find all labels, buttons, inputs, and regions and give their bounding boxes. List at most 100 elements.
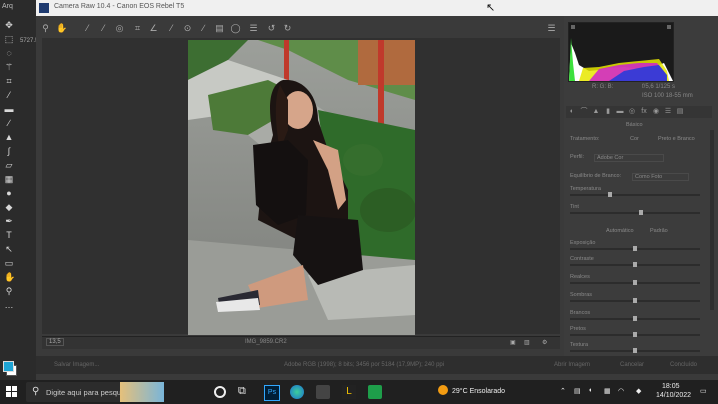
rotate-left-icon[interactable]: ↺ [266, 23, 277, 34]
red-eye-icon[interactable]: ⊙ [182, 23, 193, 34]
explorer-taskbar-icon[interactable]: L [342, 385, 356, 399]
slider-knob[interactable] [639, 210, 644, 215]
slider-track[interactable] [570, 246, 700, 251]
slider-track[interactable] [570, 332, 700, 337]
tab-calibration-icon[interactable]: ◉ [652, 108, 660, 116]
notifications-icon[interactable]: ▭ [700, 387, 707, 395]
taskbar-search-box[interactable]: ⚲ Digite aqui para pesquisar [26, 382, 164, 402]
keyboard-icon[interactable]: ▦ [604, 387, 611, 395]
stamp-icon[interactable]: ▲ [4, 132, 14, 142]
weather-text[interactable]: 29°C Ensolarado [452, 388, 505, 395]
tab-tone-curve-icon[interactable]: ⌒ [580, 108, 588, 116]
zoom-level-field[interactable]: 13,5 [46, 338, 64, 346]
shape-icon[interactable]: ▭ [4, 258, 14, 268]
move-icon[interactable]: ✥ [4, 20, 14, 30]
treatment-color-option[interactable]: Cor [630, 136, 639, 142]
slider-track[interactable] [570, 210, 700, 215]
type-icon[interactable]: T [4, 230, 14, 240]
hand-icon[interactable]: ✋ [56, 23, 67, 34]
rotate-right-icon[interactable]: ↻ [282, 23, 293, 34]
preferences-icon[interactable]: ☰ [248, 23, 259, 34]
tab-snapshots-icon[interactable]: ▤ [676, 108, 684, 116]
volume-icon[interactable]: ◆ [636, 387, 641, 395]
targeted-adjust-icon[interactable]: ◎ [114, 23, 125, 34]
view-toggle-icon[interactable]: ▣ [510, 339, 516, 346]
white-balance-select[interactable]: Como Foto [632, 173, 690, 181]
graduated-filter-icon[interactable]: ▤ [214, 23, 225, 34]
settings-icon[interactable]: ⚙ [542, 339, 547, 346]
app-taskbar-icon[interactable] [316, 385, 330, 399]
spot-removal-icon[interactable]: ⁄ [166, 23, 177, 34]
panel-scrollbar[interactable] [710, 130, 714, 310]
auto-button[interactable]: Automático [606, 228, 634, 234]
done-button[interactable]: Concluído [670, 362, 697, 368]
slider-knob[interactable] [633, 262, 637, 267]
tab-hsl-icon[interactable]: ▮ [604, 108, 612, 116]
magic-wand-icon[interactable]: ⚚ [4, 62, 14, 72]
hand-icon[interactable]: ✋ [4, 272, 15, 282]
photo-preview[interactable] [188, 40, 415, 335]
chevron-up-icon[interactable]: ⌃ [560, 387, 566, 395]
default-button[interactable]: Padrão [650, 228, 668, 234]
eraser-icon[interactable]: ▱ [4, 160, 14, 170]
slider-track[interactable] [570, 192, 700, 197]
crop-icon[interactable]: ⌗ [4, 76, 14, 86]
zoom-icon[interactable]: ⚲ [40, 23, 51, 34]
radial-filter-icon[interactable]: ◯ [230, 23, 241, 34]
cancel-button[interactable]: Cancelar [620, 362, 644, 368]
tab-effects-icon[interactable]: fx [640, 108, 648, 116]
healing-icon[interactable]: ▬ [4, 104, 14, 114]
windows-start-icon[interactable] [6, 386, 18, 398]
photoshop-taskbar-icon[interactable]: Ps [264, 385, 280, 401]
pen-icon[interactable]: ✒ [4, 216, 14, 226]
slider-knob[interactable] [633, 280, 637, 285]
clock-time[interactable]: 18:05 [662, 383, 680, 390]
app-menu-label[interactable]: Arq [2, 3, 13, 10]
gradient-icon[interactable]: ▦ [4, 174, 14, 184]
slider-track[interactable] [570, 316, 700, 321]
brush-icon[interactable]: ∕ [4, 118, 14, 128]
slider-track[interactable] [570, 298, 700, 303]
tab-presets-icon[interactable]: ☰ [664, 108, 672, 116]
slider-knob[interactable] [633, 348, 637, 353]
history-brush-icon[interactable]: ∫ [4, 146, 14, 156]
more-icon[interactable]: … [4, 300, 14, 310]
network-icon[interactable]: ▤ [574, 387, 581, 395]
slider-track[interactable] [570, 280, 700, 285]
lasso-icon[interactable]: ◌ [4, 48, 14, 58]
green-app-taskbar-icon[interactable] [368, 385, 382, 399]
eyedropper-icon[interactable]: ⁄ [4, 90, 14, 100]
workflow-info-link[interactable]: Adobe RGB (1998); 8 bits; 3456 por 5184 … [284, 362, 444, 368]
before-after-icon[interactable]: ▥ [524, 339, 530, 346]
cortana-icon[interactable] [214, 386, 226, 398]
tab-split-toning-icon[interactable]: ▬ [616, 108, 624, 116]
slider-knob[interactable] [607, 192, 612, 197]
filmstrip-toggle-icon[interactable]: ☰ [546, 23, 557, 34]
blur-icon[interactable]: ● [4, 188, 14, 198]
path-selection-icon[interactable]: ↖ [4, 244, 14, 254]
straighten-icon[interactable]: ∠ [148, 23, 159, 34]
slider-track[interactable] [570, 348, 700, 353]
edge-taskbar-icon[interactable] [290, 385, 304, 399]
color-sampler-icon[interactable]: ⁄ [98, 23, 109, 34]
tab-lens-icon[interactable]: ◎ [628, 108, 636, 116]
slider-knob[interactable] [633, 298, 637, 303]
dodge-icon[interactable]: ◆ [4, 202, 14, 212]
crop-icon[interactable]: ⌗ [132, 23, 143, 34]
marquee-icon[interactable]: ⬚ [4, 34, 14, 44]
slider-track[interactable] [570, 262, 700, 267]
zoom-icon[interactable]: ⚲ [4, 286, 14, 296]
save-image-button[interactable]: Salvar Imagem... [54, 362, 99, 368]
weather-icon[interactable] [438, 385, 448, 395]
clock-date[interactable]: 14/10/2022 [656, 392, 691, 399]
task-view-icon[interactable]: ⧉ [238, 385, 252, 399]
slider-knob[interactable] [633, 332, 637, 337]
open-image-button[interactable]: Abrir Imagem [554, 362, 590, 368]
tab-detail-icon[interactable]: ▲ [592, 108, 600, 116]
profile-select[interactable]: Adobe Cor [594, 154, 665, 162]
white-balance-icon[interactable]: ⁄ [82, 23, 93, 34]
speaker-icon[interactable]: ◖ [588, 387, 592, 394]
adjustment-brush-icon[interactable]: ∕ [198, 23, 209, 34]
treatment-bw-option[interactable]: Preto e Branco [658, 136, 695, 142]
slider-knob[interactable] [633, 316, 637, 321]
